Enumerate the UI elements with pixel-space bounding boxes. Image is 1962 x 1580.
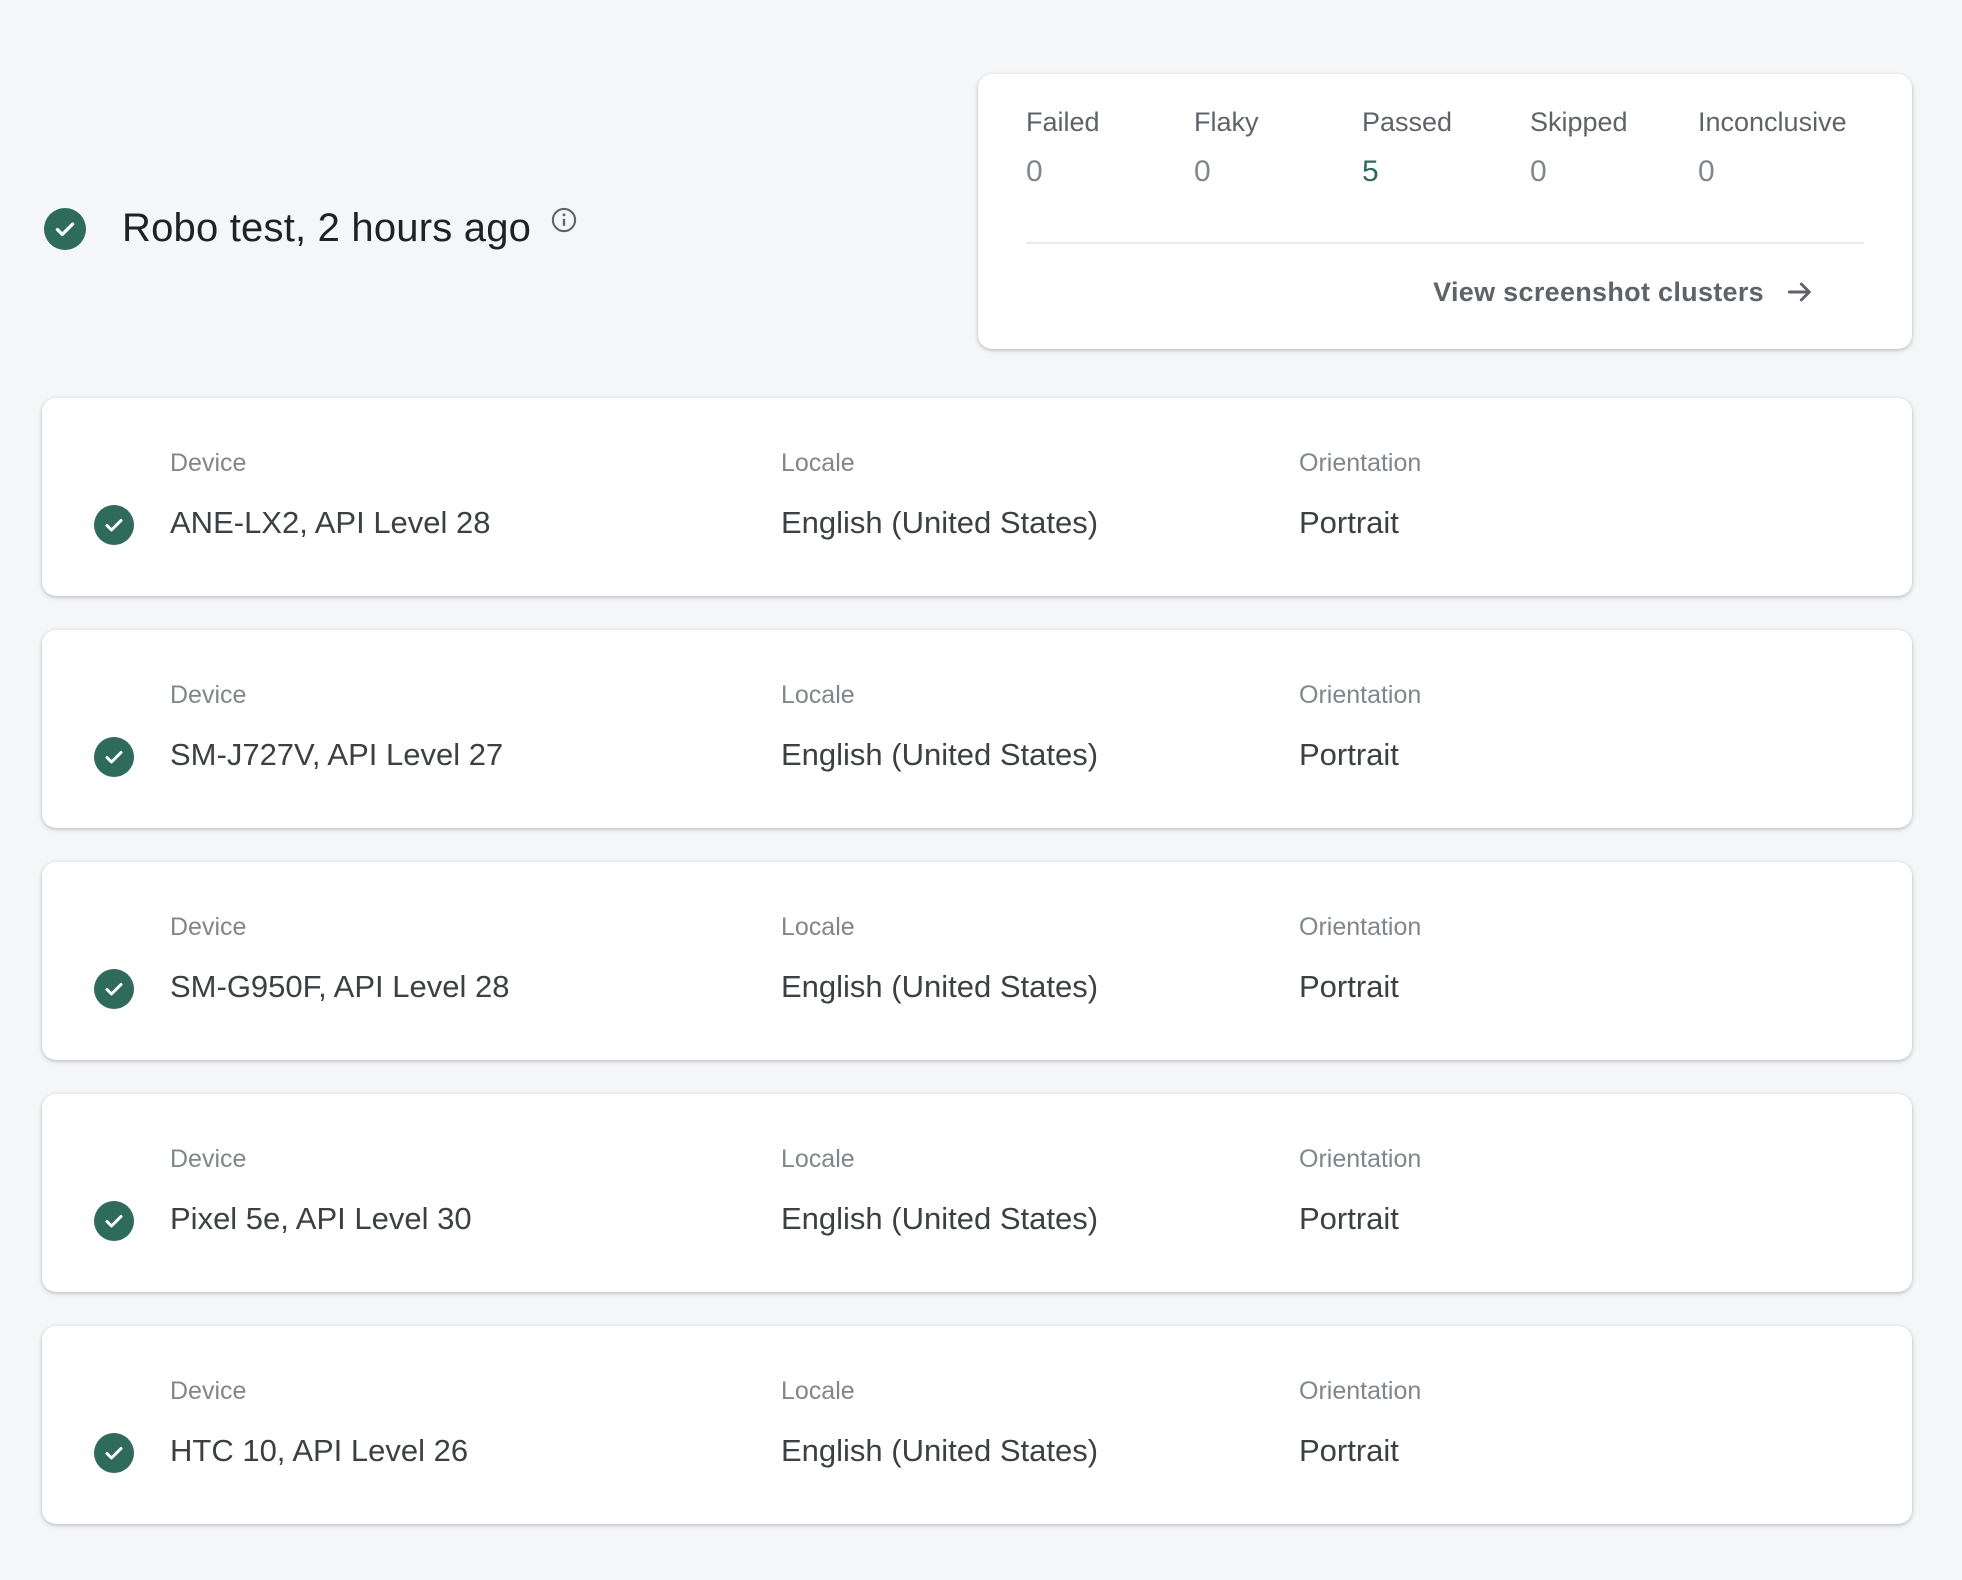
check-circle-icon [94,1433,134,1473]
stat-failed: Failed 0 [1026,106,1194,190]
stat-label: Inconclusive [1698,107,1847,137]
orientation-value: Portrait [1299,505,1399,540]
locale-label: Locale [781,681,855,709]
orientation-column: Orientation Portrait [1299,912,1421,1005]
device-name: SM-G950F, API Level 28 [170,969,510,1004]
check-circle-icon [94,737,134,777]
locale-column: Locale English (United States) [781,680,1098,773]
outcome-stats: Failed 0 Flaky 0 Passed 5 Skipped 0 Inco… [1026,106,1866,190]
device-row[interactable]: Device ANE-LX2, API Level 28 Locale Engl… [42,398,1912,596]
locale-value: English (United States) [781,737,1099,772]
check-circle-icon [94,969,134,1009]
stat-label: Skipped [1530,107,1628,137]
stat-label: Flaky [1194,107,1259,137]
stat-flaky: Flaky 0 [1194,106,1362,190]
check-circle-icon [94,505,134,545]
check-circle-icon [44,207,86,250]
device-column: Device SM-J727V, API Level 27 [170,680,503,773]
orientation-label: Orientation [1299,1377,1422,1405]
orientation-column: Orientation Portrait [1299,1144,1421,1237]
stat-value: 0 [1530,155,1547,189]
locale-value: English (United States) [781,505,1099,540]
device-name: ANE-LX2, API Level 28 [170,505,491,540]
locale-value: English (United States) [781,969,1099,1004]
stat-value: 0 [1194,155,1211,189]
stat-inconclusive: Inconclusive 0 [1698,106,1866,190]
device-row[interactable]: Device SM-J727V, API Level 27 Locale Eng… [42,630,1912,828]
device-column: Device ANE-LX2, API Level 28 [170,448,491,541]
orientation-label: Orientation [1299,913,1422,941]
orientation-column: Orientation Portrait [1299,1376,1421,1469]
device-label: Device [170,449,247,477]
device-results-list: Device ANE-LX2, API Level 28 Locale Engl… [42,398,1912,1558]
device-column: Device Pixel 5e, API Level 30 [170,1144,472,1237]
info-icon[interactable] [549,205,579,235]
orientation-value: Portrait [1299,1201,1399,1236]
stat-label: Passed [1362,107,1453,137]
page-title: Robo test, 2 hours ago [122,206,532,250]
device-label: Device [170,913,247,941]
locale-label: Locale [781,449,855,477]
locale-column: Locale English (United States) [781,912,1098,1005]
device-row[interactable]: Device Pixel 5e, API Level 30 Locale Eng… [42,1094,1912,1292]
orientation-column: Orientation Portrait [1299,448,1421,541]
stat-value: 0 [1026,155,1043,189]
stat-value: 0 [1698,155,1715,189]
locale-label: Locale [781,1377,855,1405]
orientation-value: Portrait [1299,1433,1399,1468]
orientation-label: Orientation [1299,449,1422,477]
arrow-right-icon [1784,276,1816,308]
device-row[interactable]: Device SM-G950F, API Level 28 Locale Eng… [42,862,1912,1060]
stat-passed: Passed 5 [1362,106,1530,190]
device-row[interactable]: Device HTC 10, API Level 26 Locale Engli… [42,1326,1912,1524]
locale-value: English (United States) [781,1433,1099,1468]
locale-label: Locale [781,913,855,941]
locale-column: Locale English (United States) [781,1144,1098,1237]
device-name: HTC 10, API Level 26 [170,1433,469,1468]
view-screenshot-clusters-button[interactable]: View screenshot clusters [1433,276,1816,308]
device-name: SM-J727V, API Level 27 [170,737,504,772]
locale-column: Locale English (United States) [781,448,1098,541]
stat-value: 5 [1362,155,1379,189]
device-label: Device [170,1145,247,1173]
orientation-label: Orientation [1299,1145,1422,1173]
orientation-value: Portrait [1299,969,1399,1004]
device-column: Device HTC 10, API Level 26 [170,1376,468,1469]
check-circle-icon [94,1201,134,1241]
locale-value: English (United States) [781,1201,1099,1236]
locale-label: Locale [781,1145,855,1173]
device-label: Device [170,1377,247,1405]
orientation-value: Portrait [1299,737,1399,772]
orientation-column: Orientation Portrait [1299,680,1421,773]
device-label: Device [170,681,247,709]
stat-skipped: Skipped 0 [1530,106,1698,190]
view-screenshot-clusters-label: View screenshot clusters [1433,276,1764,307]
orientation-label: Orientation [1299,681,1422,709]
results-summary-card: Failed 0 Flaky 0 Passed 5 Skipped 0 Inco… [978,74,1912,349]
stat-label: Failed [1026,107,1100,137]
divider [1026,242,1864,244]
locale-column: Locale English (United States) [781,1376,1098,1469]
test-run-header: Robo test, 2 hours ago [44,206,579,251]
device-column: Device SM-G950F, API Level 28 [170,912,509,1005]
device-name: Pixel 5e, API Level 30 [170,1201,472,1236]
